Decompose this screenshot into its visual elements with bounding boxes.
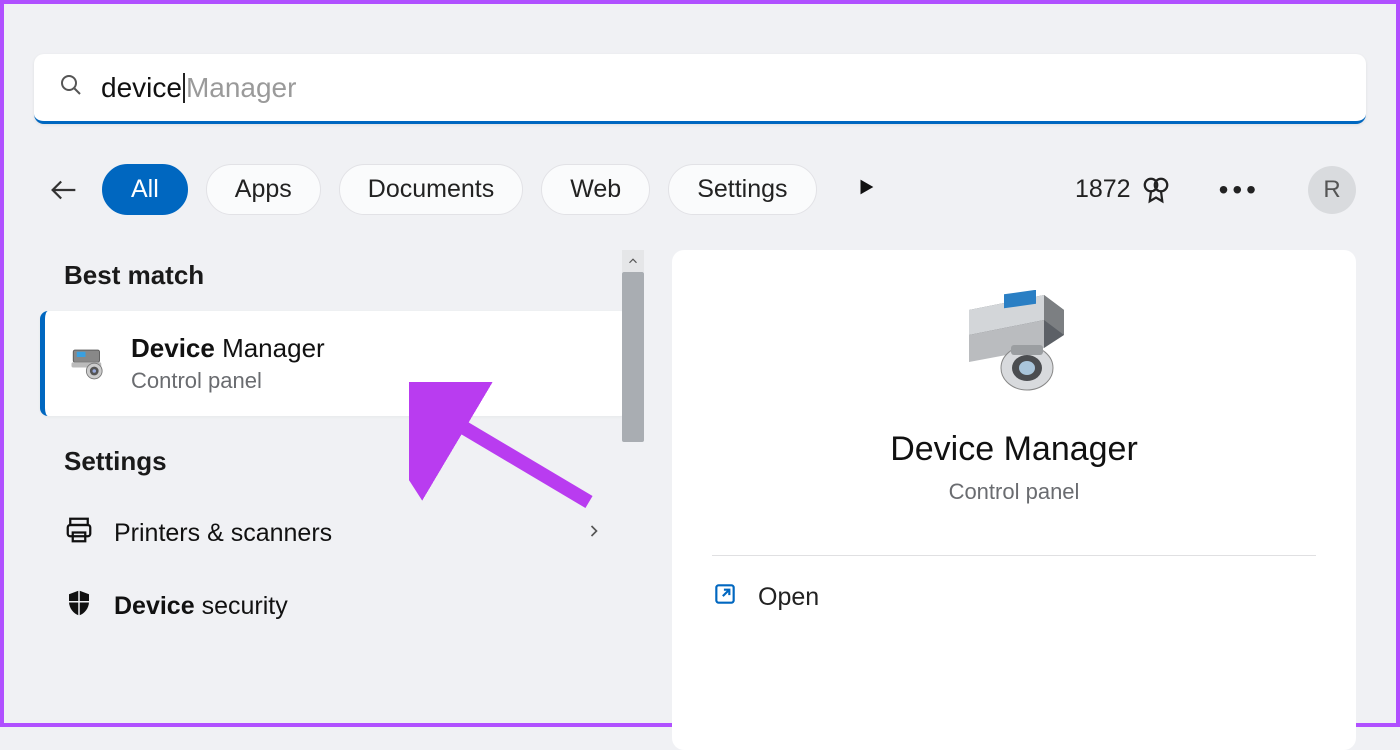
back-button[interactable] bbox=[44, 170, 84, 210]
filter-web[interactable]: Web bbox=[541, 164, 650, 215]
search-input-text[interactable]: device bbox=[101, 72, 182, 104]
best-match-result[interactable]: Device Manager Control panel bbox=[40, 311, 628, 416]
rewards-points[interactable]: 1872 bbox=[1075, 175, 1171, 205]
shield-icon bbox=[64, 588, 94, 625]
result-subtitle: Control panel bbox=[131, 368, 325, 394]
avatar-initial: R bbox=[1323, 176, 1340, 204]
filter-row: All Apps Documents Web Settings 1872 •••… bbox=[34, 164, 1366, 215]
text-caret bbox=[183, 73, 185, 103]
device-manager-icon bbox=[65, 340, 113, 388]
printer-icon bbox=[64, 515, 94, 552]
results-column: Best match Device Manager bbox=[34, 250, 634, 750]
chevron-right-icon bbox=[584, 519, 604, 548]
scroll-up-button[interactable] bbox=[622, 250, 644, 272]
filter-documents[interactable]: Documents bbox=[339, 164, 523, 215]
filter-all[interactable]: All bbox=[102, 164, 188, 215]
scroll-thumb[interactable] bbox=[622, 272, 644, 442]
rewards-points-value: 1872 bbox=[1075, 175, 1131, 204]
settings-item-label: Device security bbox=[114, 592, 288, 621]
search-suggestion: Manager bbox=[186, 72, 297, 104]
user-avatar[interactable]: R bbox=[1308, 166, 1356, 214]
search-icon bbox=[59, 73, 83, 102]
detail-device-manager-icon bbox=[949, 290, 1079, 405]
result-title: Device Manager bbox=[131, 333, 325, 364]
detail-panel: Device Manager Control panel Open bbox=[672, 250, 1356, 750]
action-open-label: Open bbox=[758, 583, 819, 612]
detail-subtitle: Control panel bbox=[949, 479, 1080, 505]
detail-title: Device Manager bbox=[890, 430, 1138, 469]
medal-icon bbox=[1141, 175, 1171, 205]
action-open[interactable]: Open bbox=[712, 556, 1316, 614]
results-scrollbar[interactable] bbox=[622, 250, 644, 750]
filter-settings[interactable]: Settings bbox=[668, 164, 816, 215]
more-filters-button[interactable] bbox=[855, 176, 877, 203]
settings-item-label: Printers & scanners bbox=[114, 519, 332, 548]
search-bar[interactable]: device Manager bbox=[34, 54, 1366, 124]
more-options-button[interactable]: ••• bbox=[1219, 174, 1260, 206]
settings-section-label: Settings bbox=[64, 446, 634, 477]
open-icon bbox=[712, 581, 738, 614]
settings-item-printers[interactable]: Printers & scanners bbox=[34, 497, 634, 570]
best-match-label: Best match bbox=[64, 260, 634, 291]
settings-item-device-security[interactable]: Device security bbox=[34, 570, 634, 643]
filter-apps[interactable]: Apps bbox=[206, 164, 321, 215]
